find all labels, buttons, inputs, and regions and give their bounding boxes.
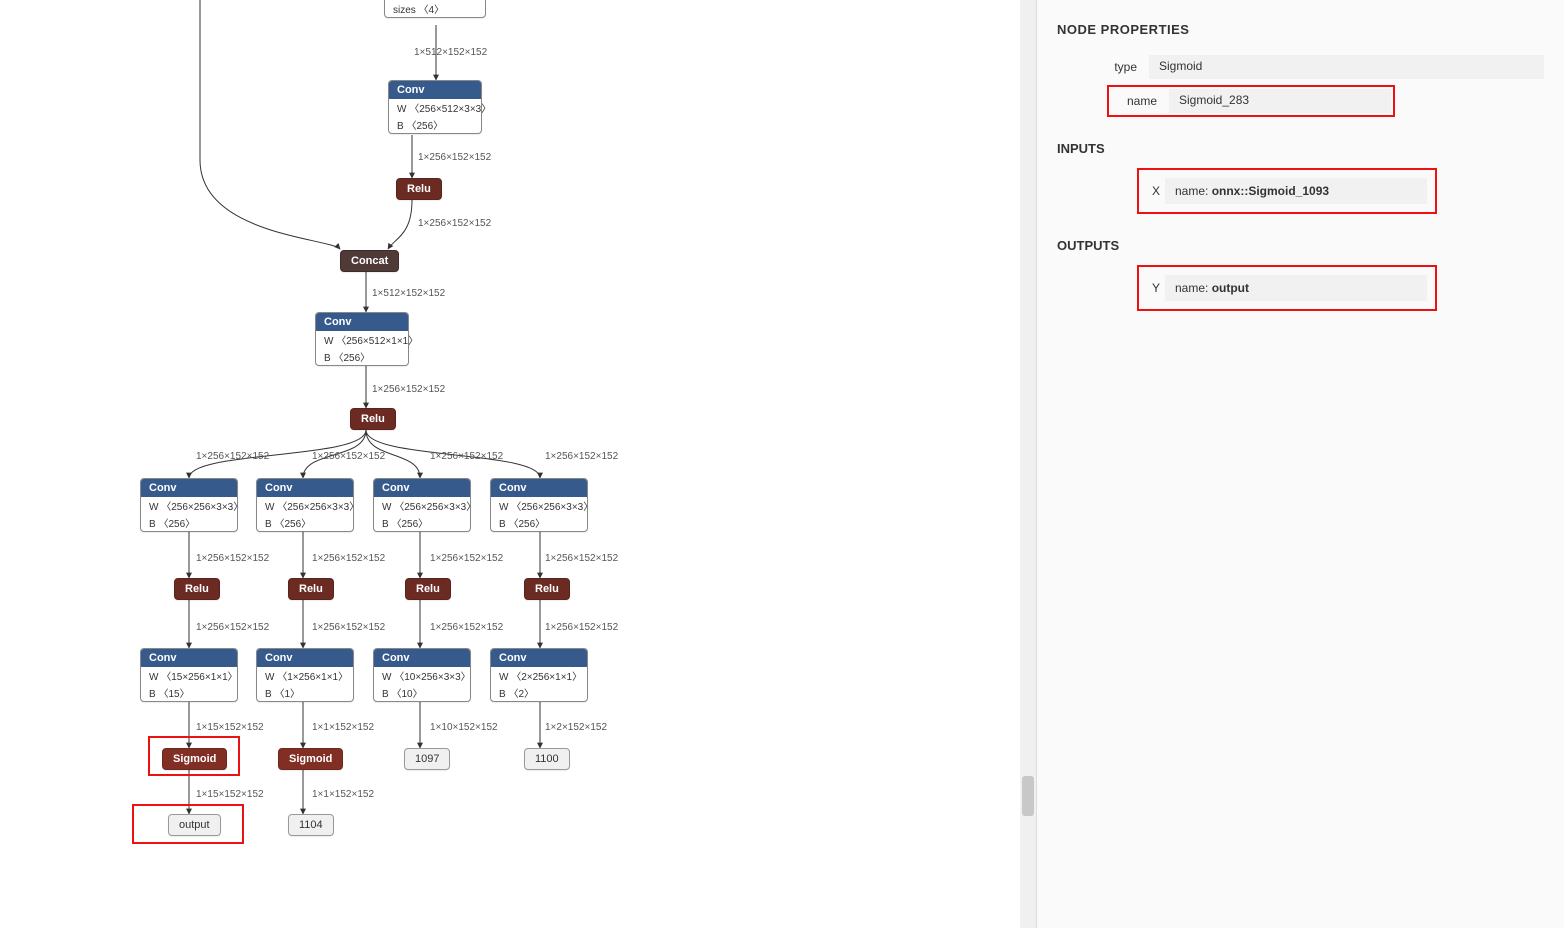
edge-label: 1×256×152×152	[196, 622, 269, 633]
bias-line: B 〈256〉	[316, 348, 408, 365]
node-sigmoid[interactable]: Sigmoid	[162, 748, 227, 770]
node-output[interactable]: output	[168, 814, 221, 836]
inputs-section-title: INPUTS	[1057, 141, 1544, 156]
node-conv[interactable]: Conv W 〈2×256×1×1〉 B 〈2〉	[490, 648, 588, 702]
scrollbar-thumb[interactable]	[1022, 776, 1034, 816]
edge-label: 1×512×152×152	[414, 47, 487, 58]
node-title: Conv	[389, 81, 481, 99]
node-conv[interactable]: Conv W 〈15×256×1×1〉 B 〈15〉	[140, 648, 238, 702]
output-key: Y	[1147, 281, 1165, 295]
output-value[interactable]: name: output	[1165, 275, 1427, 301]
edge-label: 1×256×152×152	[418, 218, 491, 229]
node-conv[interactable]: Conv W 〈256×512×3×3〉 B 〈256〉	[388, 80, 482, 134]
edge-label: 1×256×152×152	[418, 152, 491, 163]
node-relu[interactable]: Relu	[288, 578, 334, 600]
node-output[interactable]: 1104	[288, 814, 334, 836]
node-conv[interactable]: Conv W 〈256×256×3×3〉 B 〈256〉	[490, 478, 588, 532]
vertical-scrollbar[interactable]	[1020, 0, 1036, 928]
highlight-box: Y name: output	[1137, 265, 1437, 311]
node-conv[interactable]: Conv W 〈256×256×3×3〉 B 〈256〉	[373, 478, 471, 532]
edge-label: 1×1×152×152	[312, 722, 374, 733]
prop-type-value[interactable]: Sigmoid	[1149, 55, 1544, 79]
edge-label: 1×1×152×152	[312, 789, 374, 800]
edge-label: 1×256×152×152	[312, 451, 385, 462]
edge-label: 1×10×152×152	[430, 722, 498, 733]
node-relu[interactable]: Relu	[524, 578, 570, 600]
node-conv[interactable]: Conv W 〈256×256×3×3〉 B 〈256〉	[256, 478, 354, 532]
edge-label: 1×2×152×152	[545, 722, 607, 733]
edge-label: 1×512×152×152	[372, 288, 445, 299]
input-key: X	[1147, 184, 1165, 198]
weight-line: W 〈256×512×3×3〉	[389, 99, 481, 116]
node-output[interactable]: 1100	[524, 748, 570, 770]
highlight-box: name Sigmoid_283	[1107, 85, 1395, 117]
node-title: Conv	[316, 313, 408, 331]
edge-label: 1×256×152×152	[430, 553, 503, 564]
highlight-box: X name: onnx::Sigmoid_1093	[1137, 168, 1437, 214]
bias-line: B 〈256〉	[389, 116, 481, 133]
node-relu[interactable]: Relu	[174, 578, 220, 600]
edge-label: 1×15×152×152	[196, 789, 264, 800]
weight-line: W 〈256×512×1×1〉	[316, 331, 408, 348]
node-conv[interactable]: Conv W 〈256×512×1×1〉 B 〈256〉	[315, 312, 409, 366]
edge-label: 1×256×152×152	[312, 622, 385, 633]
prop-type-row: type Sigmoid	[1057, 55, 1544, 79]
prop-name-value[interactable]: Sigmoid_283	[1169, 89, 1391, 113]
node-conv[interactable]: Conv W 〈1×256×1×1〉 B 〈1〉	[256, 648, 354, 702]
outputs-section-title: OUTPUTS	[1057, 238, 1544, 253]
edge-label: 1×256×152×152	[312, 553, 385, 564]
node-sigmoid[interactable]: Sigmoid	[278, 748, 343, 770]
node-relu[interactable]: Relu	[350, 408, 396, 430]
prop-type-label: type	[1057, 60, 1149, 74]
prop-name-label: name	[1111, 94, 1169, 108]
properties-panel: NODE PROPERTIES type Sigmoid name Sigmoi…	[1036, 0, 1564, 928]
edge-label: 1×256×152×152	[545, 622, 618, 633]
graph-canvas[interactable]: scales 〈0〉 sizes 〈4〉 1×512×152×152 Conv …	[0, 0, 1020, 928]
input-value[interactable]: name: onnx::Sigmoid_1093	[1165, 178, 1427, 204]
edges-layer	[0, 0, 1020, 928]
edge-label: 1×256×152×152	[545, 553, 618, 564]
edge-label: 1×256×152×152	[196, 553, 269, 564]
node-relu[interactable]: Relu	[405, 578, 451, 600]
node-output[interactable]: 1097	[404, 748, 450, 770]
node-conv[interactable]: Conv W 〈10×256×3×3〉 B 〈10〉	[373, 648, 471, 702]
node-top-partial[interactable]: scales 〈0〉 sizes 〈4〉	[384, 0, 486, 18]
edge-label: 1×256×152×152	[372, 384, 445, 395]
edge-label: 1×256×152×152	[430, 451, 503, 462]
node-conv[interactable]: Conv W 〈256×256×3×3〉 B 〈256〉	[140, 478, 238, 532]
edge-label: 1×256×152×152	[430, 622, 503, 633]
edge-label: 1×256×152×152	[196, 451, 269, 462]
sizes-line: sizes 〈4〉	[385, 0, 485, 17]
node-concat[interactable]: Concat	[340, 250, 399, 272]
node-relu[interactable]: Relu	[396, 178, 442, 200]
edge-label: 1×256×152×152	[545, 451, 618, 462]
edge-label: 1×15×152×152	[196, 722, 264, 733]
panel-title: NODE PROPERTIES	[1057, 22, 1544, 37]
